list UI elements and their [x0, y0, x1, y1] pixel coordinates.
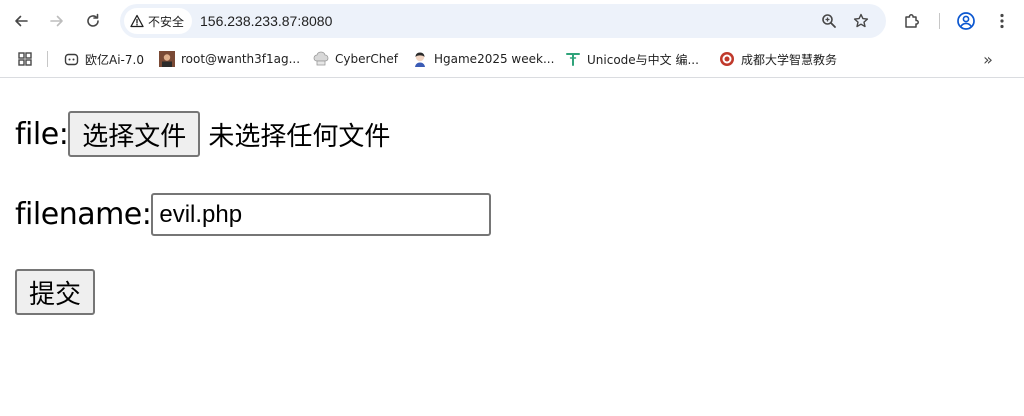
url-text[interactable]: 156.238.233.87:8080 — [200, 4, 332, 38]
file-row: file: 选择文件 未选择任何文件 — [15, 111, 390, 157]
page-content: file: 选择文件 未选择任何文件 filename: evil.php 提交 — [0, 79, 1024, 416]
t-logo-icon — [565, 51, 581, 67]
menu-button[interactable] — [989, 8, 1015, 34]
bookmark-item[interactable]: Unicode与中文 编... — [565, 48, 699, 70]
university-seal-icon — [719, 51, 735, 67]
bookmark-label: CyberChef — [335, 52, 399, 66]
more-bookmarks-button[interactable]: » — [978, 48, 998, 70]
warning-triangle-icon — [130, 14, 144, 28]
bookmark-label: root@wanth3f1ag... — [181, 52, 301, 66]
bookmark-item[interactable]: root@wanth3f1ag... — [159, 48, 300, 70]
filename-row: filename: evil.php — [15, 193, 492, 236]
choose-file-button[interactable]: 选择文件 — [68, 111, 201, 157]
apps-grid-icon — [18, 52, 32, 66]
submit-row: 提交 — [15, 269, 96, 315]
forward-button[interactable] — [43, 7, 71, 35]
filename-label: filename: — [15, 197, 152, 232]
bookmark-label: 欧亿Ai-7.0 — [85, 52, 144, 67]
bookmarks-bar: 欧亿Ai-7.0 root@wanth3f1ag... CyberChef Hg… — [0, 44, 1024, 74]
submit-button[interactable]: 提交 — [15, 269, 96, 315]
reload-icon — [87, 13, 99, 27]
anime-avatar-icon — [412, 51, 428, 67]
profile-button[interactable] — [953, 8, 979, 34]
file-status-text: 未选择任何文件 — [208, 121, 391, 152]
bookmark-star-button[interactable] — [850, 10, 872, 32]
zoom-icon — [822, 14, 836, 28]
file-label: file: — [15, 116, 69, 152]
chef-hat-icon — [313, 51, 329, 67]
account-circle-icon — [957, 12, 975, 30]
puzzle-icon — [905, 14, 919, 28]
bookmark-item[interactable]: CyberChef — [313, 48, 398, 70]
toolbar-divider — [939, 13, 940, 29]
bookmark-label: Hgame2025 week... — [434, 52, 555, 66]
arrow-left-icon — [15, 15, 28, 27]
zoom-button[interactable] — [818, 10, 840, 32]
extensions-button[interactable] — [899, 8, 925, 34]
back-button[interactable] — [7, 7, 35, 35]
browser-chrome: 不安全 156.238.233.87:8080 欧亿Ai-7.0 root@wa… — [0, 0, 1024, 78]
security-label: 不安全 — [148, 14, 185, 29]
kebab-menu-icon — [1000, 13, 1004, 29]
bookmark-item[interactable]: 欧亿Ai-7.0 — [63, 48, 144, 70]
bookmark-label: Unicode与中文 编... — [587, 52, 699, 67]
address-bar[interactable]: 不安全 156.238.233.87:8080 — [120, 4, 886, 38]
filename-input[interactable]: evil.php — [151, 193, 492, 236]
apps-button[interactable] — [14, 49, 36, 69]
browser-toolbar: 不安全 156.238.233.87:8080 — [0, 0, 1024, 42]
bookmarks-divider — [47, 51, 48, 67]
reload-button[interactable] — [79, 7, 107, 35]
bookmark-label: 成都大学智慧教务 — [741, 52, 838, 67]
avatar-photo-icon — [159, 51, 175, 67]
security-chip[interactable]: 不安全 — [124, 8, 193, 34]
bookmark-item[interactable]: 成都大学智慧教务 — [719, 48, 837, 70]
bookmark-item[interactable]: Hgame2025 week... — [412, 48, 554, 70]
discord-like-icon — [63, 51, 79, 67]
arrow-right-icon — [50, 15, 63, 27]
star-icon — [853, 13, 869, 28]
